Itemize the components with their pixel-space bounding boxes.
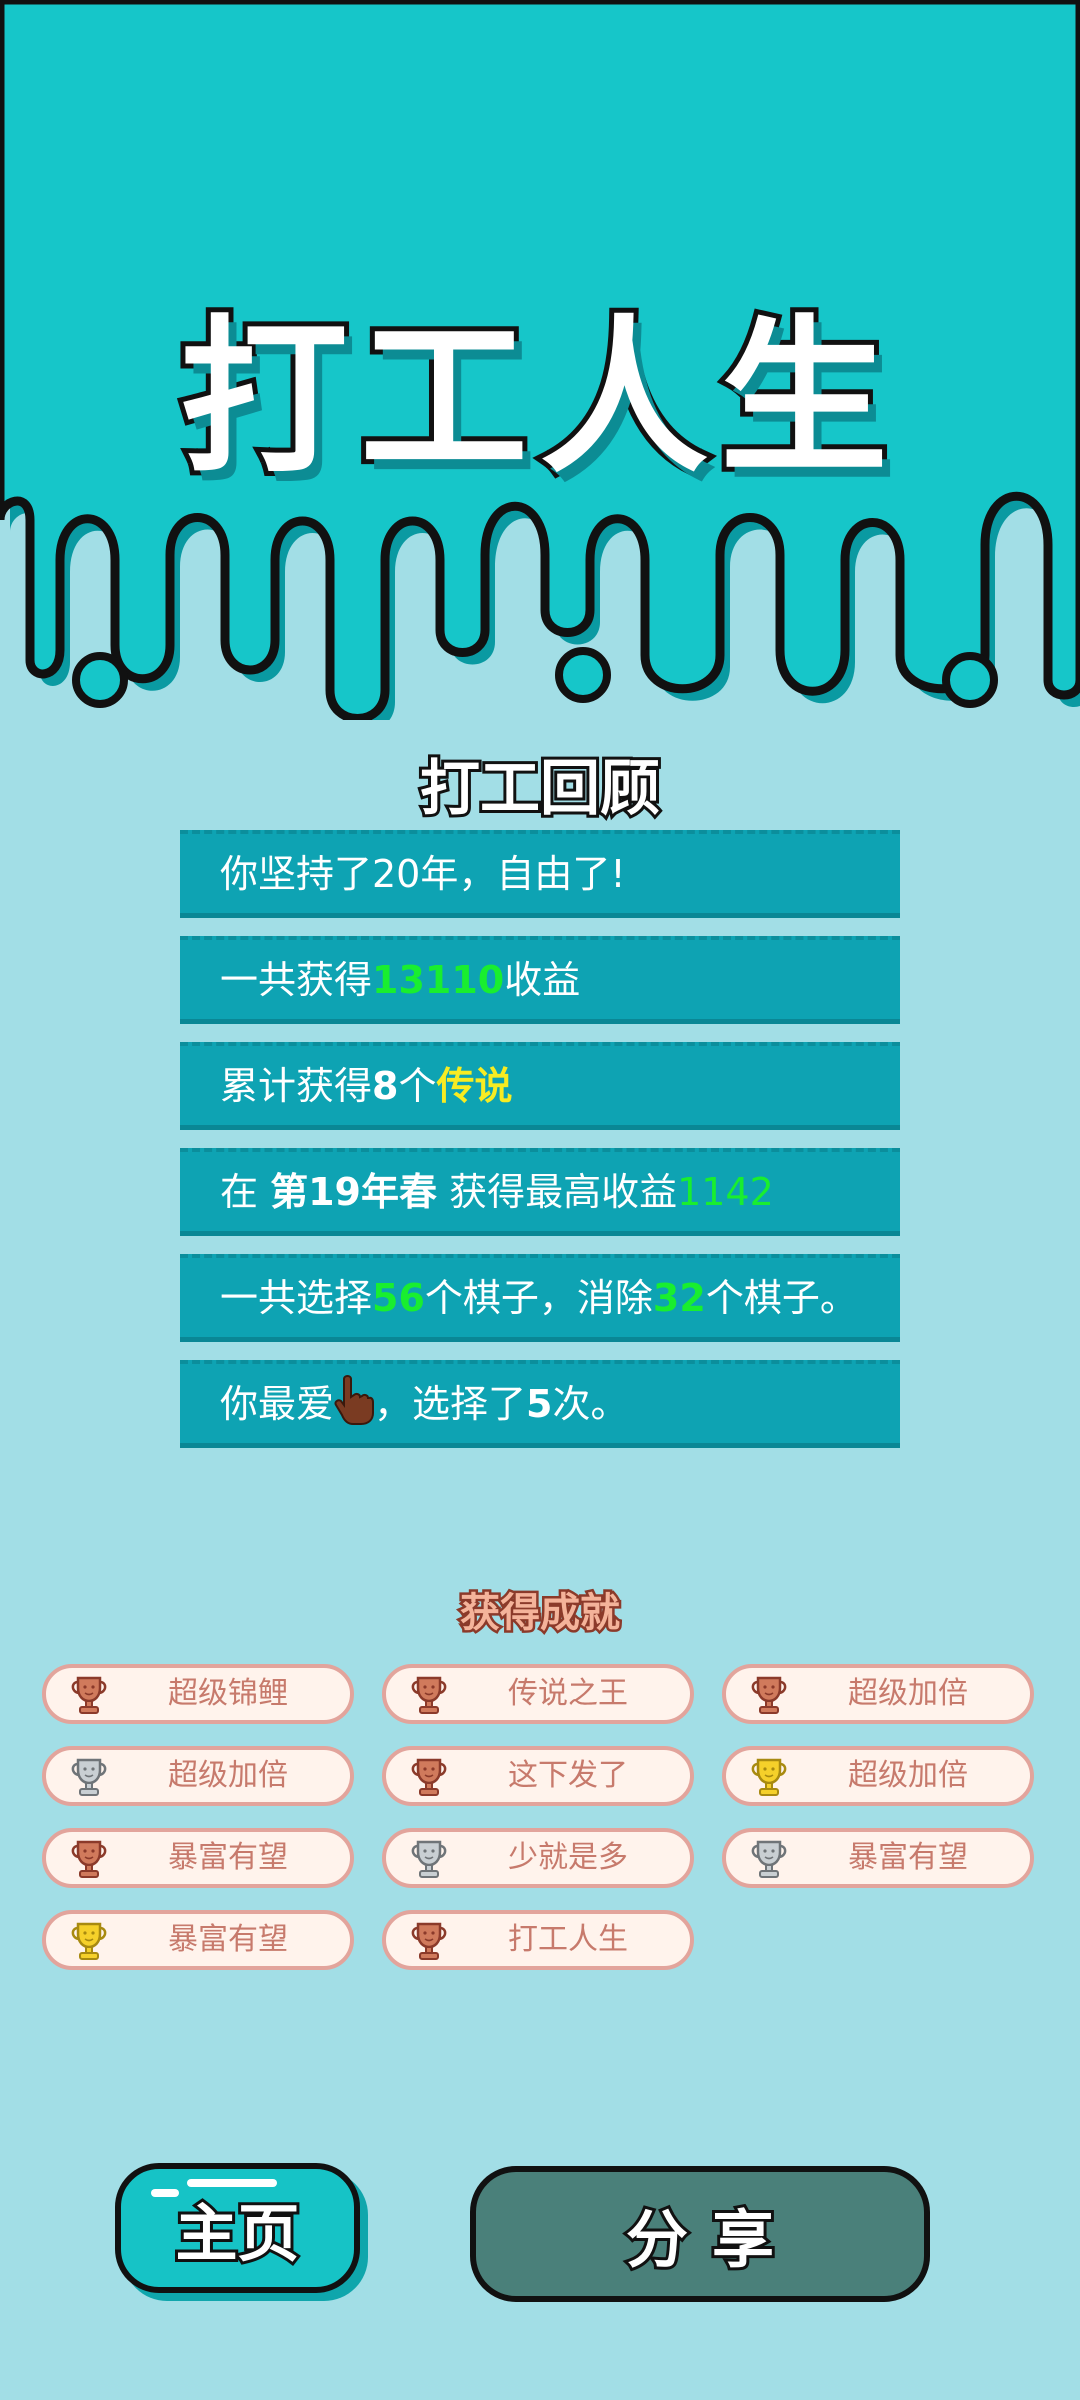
review-text: 次。 bbox=[552, 1382, 629, 1426]
trophy-icon bbox=[411, 1676, 447, 1714]
trophy-icon bbox=[71, 1840, 107, 1878]
review-text: 个 bbox=[398, 1064, 437, 1108]
favorite-count-value: 5 bbox=[526, 1382, 553, 1426]
achievement-label: 传说之王 bbox=[508, 1676, 628, 1711]
achievement-badge: 少就是多 bbox=[382, 1828, 694, 1888]
pieces-removed-value: 32 bbox=[652, 1276, 706, 1320]
trophy-icon bbox=[411, 1758, 447, 1796]
achievement-badge: 超级加倍 bbox=[42, 1746, 354, 1806]
trophy-icon bbox=[751, 1840, 787, 1878]
achievement-label: 这下发了 bbox=[508, 1758, 628, 1793]
achievement-label: 超级锦鲤 bbox=[168, 1676, 288, 1711]
review-text: 个棋子，消除 bbox=[424, 1276, 653, 1320]
review-list: 你坚持了20年，自由了! 一共获得13110收益 累计获得8个传说 在 第19年… bbox=[180, 830, 900, 1466]
review-title: 打工回顾 bbox=[417, 751, 663, 827]
achievement-label: 暴富有望 bbox=[848, 1840, 968, 1875]
review-row-years: 你坚持了20年，自由了! bbox=[180, 830, 900, 918]
achievement-label: 超级加倍 bbox=[168, 1758, 288, 1793]
review-text: 累计获得 bbox=[220, 1064, 373, 1108]
legend-count-value: 8 bbox=[372, 1064, 399, 1108]
achievement-badge: 超级加倍 bbox=[722, 1664, 1034, 1724]
best-earnings-value: 1142 bbox=[677, 1170, 774, 1214]
review-text: ，选择了 bbox=[374, 1382, 527, 1426]
review-row-best-season: 在 第19年春 获得最高收益1142 bbox=[180, 1148, 900, 1236]
achievement-label: 暴富有望 bbox=[168, 1922, 288, 1957]
review-text: 获得最高收益 bbox=[436, 1170, 678, 1214]
review-text: 你最爱 bbox=[220, 1382, 335, 1426]
achievement-badge: 暴富有望 bbox=[722, 1828, 1034, 1888]
achievement-badge: 超级加倍 bbox=[722, 1746, 1034, 1806]
achievement-badge: 超级锦鲤 bbox=[42, 1664, 354, 1724]
trophy-icon bbox=[751, 1676, 787, 1714]
total-earnings-value: 13110 bbox=[372, 958, 505, 1002]
review-text: 在 bbox=[220, 1170, 271, 1214]
home-button-label: 主页 bbox=[172, 2194, 302, 2273]
review-text: 收益 bbox=[504, 958, 581, 1002]
review-text: 一共获得 bbox=[220, 958, 373, 1002]
trophy-icon bbox=[751, 1758, 787, 1796]
trophy-icon bbox=[71, 1922, 107, 1960]
achievement-badge: 暴富有望 bbox=[42, 1910, 354, 1970]
trophy-icon bbox=[71, 1758, 107, 1796]
trophy-icon bbox=[71, 1676, 107, 1714]
pieces-selected-value: 56 bbox=[372, 1276, 425, 1320]
achievement-label: 超级加倍 bbox=[848, 1676, 968, 1711]
achievement-badge: 打工人生 bbox=[382, 1910, 694, 1970]
achievement-label: 打工人生 bbox=[508, 1922, 628, 1957]
app-title: 打工人生 bbox=[175, 295, 900, 501]
review-row-legends: 累计获得8个传说 bbox=[180, 1042, 900, 1130]
trophy-icon bbox=[411, 1840, 447, 1878]
review-row-favorite: 你最爱 ，选择了5次。 bbox=[180, 1360, 900, 1448]
trophy-icon bbox=[411, 1922, 447, 1960]
home-button[interactable]: 主页 bbox=[115, 2163, 360, 2293]
share-button-label: 分享 bbox=[623, 2200, 798, 2279]
achievement-label: 少就是多 bbox=[508, 1840, 628, 1875]
achievements-title: 获得成就 bbox=[458, 1588, 623, 1639]
achievement-label: 暴富有望 bbox=[168, 1840, 288, 1875]
review-row-earnings: 一共获得13110收益 bbox=[180, 936, 900, 1024]
review-row-pieces: 一共选择56个棋子，消除32个棋子。 bbox=[180, 1254, 900, 1342]
achievement-badge: 这下发了 bbox=[382, 1746, 694, 1806]
best-season-label: 第19年春 bbox=[270, 1170, 437, 1214]
achievement-badge: 暴富有望 bbox=[42, 1828, 354, 1888]
share-button[interactable]: 分享 bbox=[470, 2166, 930, 2302]
achievement-label: 超级加倍 bbox=[848, 1758, 968, 1793]
achievement-badge: 传说之王 bbox=[382, 1664, 694, 1724]
review-text: 个棋子。 bbox=[705, 1276, 858, 1320]
pointing-hand-icon bbox=[334, 1372, 375, 1425]
review-years-text: 你坚持了20年，自由了! bbox=[220, 852, 626, 896]
legend-tier-label: 传说 bbox=[436, 1064, 513, 1108]
review-text: 一共选择 bbox=[220, 1276, 373, 1320]
